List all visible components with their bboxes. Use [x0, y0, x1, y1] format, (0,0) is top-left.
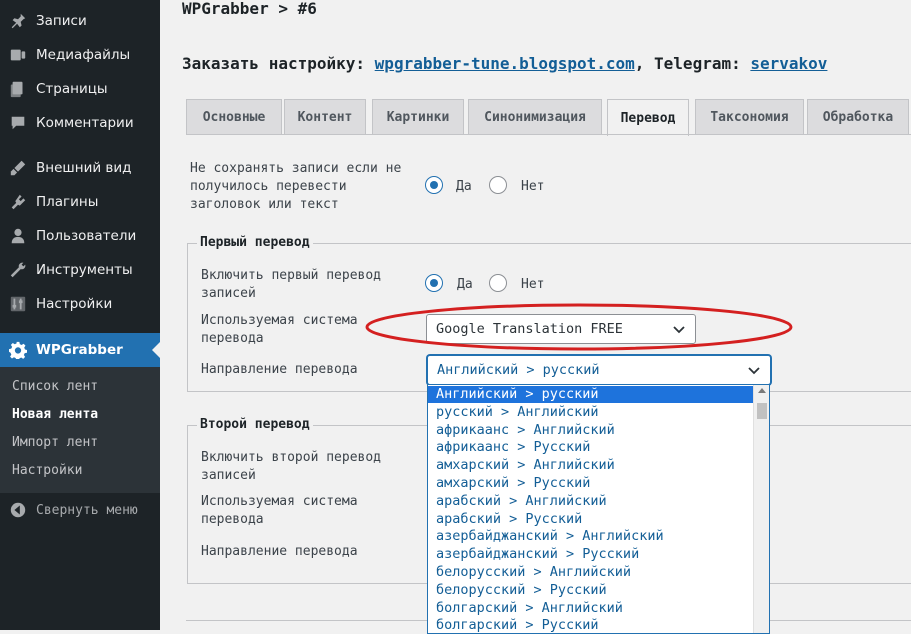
tab-images[interactable]: Картинки: [372, 99, 464, 134]
tab-synonymizing[interactable]: Синонимизация: [468, 99, 602, 134]
dropdown-option[interactable]: африкаанс > Русский: [428, 439, 755, 456]
tab-main[interactable]: Основные: [186, 99, 282, 134]
first-direction-select[interactable]: Английский > русский: [427, 355, 771, 385]
menu-label: WPGrabber: [36, 342, 123, 358]
dropdown-scrollbar[interactable]: [753, 385, 769, 633]
dropdown-option[interactable]: русский > Английский: [428, 404, 755, 421]
radio-label-yes: Да: [457, 277, 473, 292]
chevron-down-icon: [673, 326, 685, 334]
dropdown-option[interactable]: болгарский > Русский: [428, 617, 755, 633]
first-direction-value: Английский > русский: [437, 362, 600, 378]
direction-dropdown-list[interactable]: Английский > русский русский > Английски…: [427, 384, 770, 634]
no-save-label: Не сохранять записи если не получилось п…: [190, 161, 402, 212]
first-enable-yes-radio[interactable]: [425, 274, 443, 292]
pages-icon: [8, 79, 28, 99]
telegram-prefix: , Telegram:: [634, 54, 741, 73]
dropdown-option[interactable]: азербайджанский > Английский: [428, 528, 755, 545]
wpgrabber-submenu: Список лент Новая лента Импорт лент Наст…: [0, 367, 160, 493]
submenu-item-feed-list[interactable]: Список лент: [12, 379, 98, 394]
menu-label: Внешний вид: [36, 160, 132, 176]
radio-label-no: Нет: [521, 277, 545, 292]
second-enable-label: Включить второй перевод записей: [201, 450, 382, 483]
submenu-item-settings[interactable]: Настройки: [12, 463, 82, 478]
dropdown-option[interactable]: белорусский > Русский: [428, 582, 755, 599]
scrollbar-thumb[interactable]: [757, 403, 767, 419]
dropdown-option[interactable]: арабский > Русский: [428, 511, 755, 528]
gear-icon: [8, 340, 28, 360]
menu-item-settings[interactable]: Настройки: [0, 287, 160, 321]
second-direction-label: Направление перевода: [201, 544, 358, 559]
menu-label: Настройки: [36, 296, 113, 312]
menu-label: Плагины: [36, 194, 99, 210]
scroll-up-arrow-icon[interactable]: [758, 388, 766, 393]
order-tuning-line: Заказать настройку: wpgrabber-tune.blogs…: [182, 54, 827, 73]
tools-icon: [8, 260, 28, 280]
menu-item-tools[interactable]: Инструменты: [0, 253, 160, 287]
second-translation-legend: Второй перевод: [197, 417, 313, 432]
menu-label: Страницы: [36, 81, 108, 97]
pin-icon: [8, 11, 28, 31]
dropdown-option[interactable]: азербайджанский > Русский: [428, 546, 755, 563]
first-system-select[interactable]: Google Translation FREE: [426, 314, 696, 344]
collapse-menu-button[interactable]: Свернуть меню: [0, 493, 160, 527]
menu-label: Свернуть меню: [36, 502, 138, 518]
menu-item-appearance[interactable]: Внешний вид: [0, 151, 160, 185]
first-enable-no-radio[interactable]: [489, 274, 507, 292]
tab-content[interactable]: Контент: [284, 99, 366, 134]
dropdown-option[interactable]: болгарский > Английский: [428, 600, 755, 617]
first-system-value: Google Translation FREE: [436, 321, 623, 337]
menu-item-posts[interactable]: Записи: [0, 4, 160, 38]
menu-label: Инструменты: [36, 262, 133, 278]
menu-item-media[interactable]: Медиафайлы: [0, 38, 160, 72]
collapse-icon: [8, 500, 28, 520]
chevron-down-icon: [748, 367, 760, 375]
admin-sidebar: Записи Медиафайлы Страницы Комментарии В…: [0, 0, 160, 630]
media-icon: [8, 45, 28, 65]
menu-label: Комментарии: [36, 115, 134, 131]
radio-label-no: Нет: [521, 179, 545, 194]
dropdown-option[interactable]: белорусский > Английский: [428, 564, 755, 581]
first-translation-legend: Первый перевод: [197, 235, 313, 250]
dropdown-option[interactable]: Английский > русский: [428, 386, 755, 403]
second-system-label: Используемая система перевода: [201, 494, 358, 527]
dropdown-option[interactable]: арабский > Английский: [428, 493, 755, 510]
tab-translation[interactable]: Перевод: [607, 99, 689, 136]
no-save-no-radio[interactable]: [489, 176, 507, 194]
first-system-label: Используемая система перевода: [201, 313, 358, 346]
blog-link[interactable]: wpgrabber-tune.blogspot.com: [375, 54, 635, 73]
dropdown-option[interactable]: африкаанс > Английский: [428, 422, 755, 439]
menu-label: Медиафайлы: [36, 47, 131, 63]
menu-label: Записи: [36, 13, 87, 29]
order-prefix: Заказать настройку:: [182, 54, 366, 73]
radio-label-yes: Да: [456, 179, 472, 194]
tab-processing[interactable]: Обработка: [807, 99, 909, 134]
plugins-icon: [8, 192, 28, 212]
active-pointer: [152, 342, 160, 358]
page-title: WPGrabber > #6: [182, 0, 317, 18]
tab-divider: [186, 134, 911, 135]
first-direction-label: Направление перевода: [201, 362, 358, 377]
menu-item-plugins[interactable]: Плагины: [0, 185, 160, 219]
menu-item-users[interactable]: Пользователи: [0, 219, 160, 253]
comments-icon: [8, 113, 28, 133]
tab-taxonomy[interactable]: Таксономия: [695, 99, 804, 134]
telegram-link[interactable]: servakov: [750, 54, 827, 73]
menu-item-pages[interactable]: Страницы: [0, 72, 160, 106]
menu-item-wpgrabber[interactable]: WPGrabber: [0, 333, 160, 367]
menu-label: Пользователи: [36, 228, 137, 244]
submenu-item-import-feeds[interactable]: Импорт лент: [12, 435, 98, 450]
first-enable-label: Включить первый перевод записей: [201, 268, 382, 301]
dropdown-option[interactable]: амхарский > Русский: [428, 475, 755, 492]
appearance-icon: [8, 158, 28, 178]
settings-icon: [8, 294, 28, 314]
dropdown-option[interactable]: амхарский > Английский: [428, 457, 755, 474]
menu-item-comments[interactable]: Комментарии: [0, 106, 160, 140]
users-icon: [8, 226, 28, 246]
submenu-item-new-feed[interactable]: Новая лента: [12, 407, 98, 422]
no-save-yes-radio[interactable]: [425, 176, 443, 194]
